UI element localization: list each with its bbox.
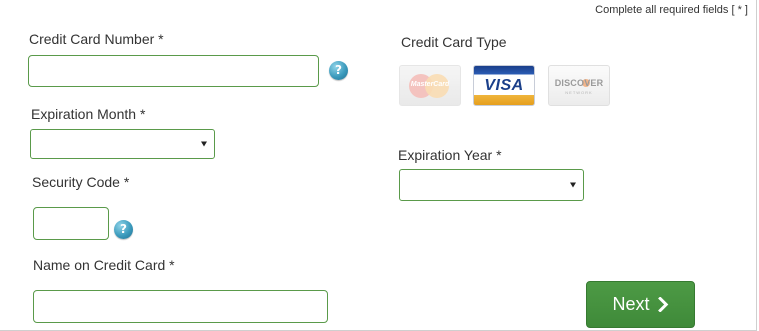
mastercard-logo[interactable]: MasterCard — [399, 65, 461, 106]
expiration-year-select[interactable] — [399, 169, 584, 201]
mastercard-text: MasterCard — [410, 81, 450, 88]
expiration-year-label: Expiration Year * — [398, 147, 502, 163]
card-number-label: Credit Card Number * — [29, 31, 164, 47]
discover-logo[interactable]: DISCOVER NETWORK — [548, 65, 610, 106]
card-number-input[interactable] — [28, 55, 319, 87]
chevron-down-icon — [570, 182, 576, 188]
required-fields-notice: Complete all required fields [ * ] — [595, 4, 748, 16]
security-code-label: Security Code * — [32, 174, 130, 190]
card-type-label: Credit Card Type — [401, 34, 507, 50]
card-number-help-icon[interactable]: ? — [329, 61, 348, 80]
security-code-input[interactable] — [33, 207, 109, 240]
expiration-month-select[interactable] — [30, 129, 215, 159]
visa-logo[interactable]: VISA — [473, 65, 535, 106]
name-on-card-input[interactable] — [33, 290, 328, 323]
security-code-help-icon[interactable]: ? — [114, 220, 133, 239]
payment-form: Complete all required fields [ * ] Credi… — [0, 0, 757, 331]
visa-text: VISA — [484, 77, 524, 94]
expiration-month-label: Expiration Month * — [31, 106, 146, 122]
chevron-down-icon — [201, 141, 207, 147]
chevron-right-icon — [657, 297, 668, 312]
next-button-label: Next — [612, 294, 650, 314]
next-button[interactable]: Next — [586, 281, 695, 328]
name-on-card-label: Name on Credit Card * — [33, 257, 175, 273]
discover-subtext: NETWORK — [565, 90, 593, 95]
discover-text: DISCOVER — [554, 78, 604, 88]
